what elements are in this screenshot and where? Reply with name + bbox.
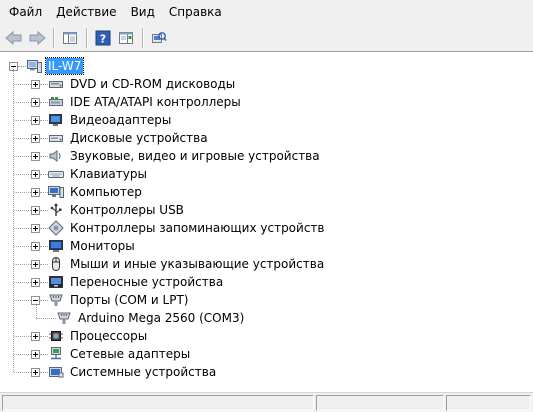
scan-hardware-button[interactable] (148, 27, 170, 49)
tree-item-label[interactable]: Видеоадаптеры (68, 112, 173, 128)
tree-item-sound-video-game-controllers[interactable]: Звуковые, видео и игровые устройства (0, 147, 533, 165)
expand-icon[interactable] (31, 368, 40, 377)
menu-action[interactable]: Действие (50, 0, 122, 25)
tree-item-mice-pointing-devices[interactable]: Мыши и иные указывающие устройства (0, 255, 533, 273)
tree-item-monitors[interactable]: Мониторы (0, 237, 533, 255)
display-adapter-icon (49, 114, 62, 126)
expand-icon[interactable] (31, 224, 40, 233)
system-device-icon (49, 367, 64, 378)
back-button[interactable] (3, 27, 25, 49)
expand-icon[interactable] (31, 206, 40, 215)
forward-icon (29, 30, 46, 46)
tree-item-portable-devices[interactable]: Переносные устройства (0, 273, 533, 291)
tree-item-label[interactable]: Дисковые устройства (68, 130, 210, 146)
computer-icon (48, 186, 64, 198)
toolbar-separator (142, 28, 144, 48)
keyboard-icon (48, 171, 64, 178)
tree-root-label[interactable]: IL-W7 (44, 57, 85, 75)
network-adapter-icon (51, 347, 61, 360)
storage-controller-icon (48, 220, 64, 236)
mouse-icon (52, 257, 60, 271)
expand-icon[interactable] (31, 170, 40, 179)
disk-drive-icon (49, 135, 63, 142)
tree-item-storage-controllers[interactable]: Контроллеры запоминающих устройств (0, 219, 533, 237)
device-manager-window: Файл Действие Вид Справка ? IL-W7 DVD и … (0, 0, 533, 412)
dvd-icon (49, 81, 63, 88)
tree-item-label[interactable]: Контроллеры запоминающих устройств (68, 220, 326, 236)
status-bar (0, 392, 533, 412)
menu-view[interactable]: Вид (125, 0, 161, 25)
tree-item-label[interactable]: Клавиатуры (68, 166, 149, 182)
expand-icon[interactable] (31, 332, 40, 341)
menu-file[interactable]: Файл (3, 0, 48, 25)
tree-item-label[interactable]: Контроллеры USB (68, 202, 186, 218)
tree-item-label[interactable]: Сетевые адаптеры (68, 346, 192, 362)
tree-item-display-adapters[interactable]: Видеоадаптеры (0, 111, 533, 129)
tree-item-processors[interactable]: Процессоры (0, 327, 533, 345)
tree-item-arduino-mega-2560-com3[interactable]: Arduino Mega 2560 (COM3) (0, 305, 533, 327)
tree-item-label[interactable]: Переносные устройства (68, 274, 225, 290)
tree-item-label[interactable]: IDE ATA/ATAPI контроллеры (68, 94, 243, 110)
port-icon (49, 294, 63, 306)
tree-item-label[interactable]: Мыши и иные указывающие устройства (68, 256, 326, 272)
collapse-icon[interactable] (31, 296, 40, 305)
tree-item-network-adapters[interactable]: Сетевые адаптеры (0, 345, 533, 363)
port-icon (57, 312, 71, 324)
tree-item-computer[interactable]: Компьютер (0, 183, 533, 201)
tree-item-label[interactable]: Arduino Mega 2560 (COM3) (76, 310, 246, 326)
expand-icon[interactable] (31, 152, 40, 161)
tree-item-label[interactable]: Процессоры (68, 328, 149, 344)
expand-icon[interactable] (31, 278, 40, 287)
processor-icon (49, 331, 63, 341)
tree-item-label[interactable]: Компьютер (68, 184, 144, 200)
expand-icon[interactable] (31, 188, 40, 197)
tree-item-label[interactable]: Порты (COM и LPT) (68, 292, 190, 308)
expand-icon[interactable] (31, 116, 40, 125)
tree-item-system-devices[interactable]: Системные устройства (0, 363, 533, 381)
show-hide-console-tree-button[interactable] (59, 27, 81, 49)
status-pane-right (446, 395, 531, 411)
expand-icon[interactable] (31, 260, 40, 269)
status-pane-main (2, 395, 314, 411)
help-button[interactable]: ? (92, 27, 114, 49)
tree-item-label[interactable]: DVD и CD-ROM дисководы (68, 76, 237, 92)
device-tree: IL-W7 DVD и CD-ROM дисководы IDE ATA/ATAP… (0, 52, 533, 392)
properties-icon (119, 32, 133, 44)
expand-icon[interactable] (31, 80, 40, 89)
toolbar: ? (0, 25, 533, 52)
tree-item-dvd-cd-rom-drives[interactable]: DVD и CD-ROM дисководы (0, 75, 533, 93)
expand-icon[interactable] (31, 350, 40, 359)
expand-icon[interactable] (31, 242, 40, 251)
back-icon (5, 30, 22, 46)
tree-item-usb-controllers[interactable]: Контроллеры USB (0, 201, 533, 219)
expand-icon[interactable] (31, 134, 40, 143)
svg-text:?: ? (100, 33, 106, 46)
menu-bar: Файл Действие Вид Справка (0, 0, 533, 25)
computer-icon (27, 60, 42, 73)
menu-help[interactable]: Справка (163, 0, 228, 25)
monitor-icon (49, 240, 63, 252)
sound-icon (49, 150, 61, 162)
usb-icon (50, 203, 62, 216)
show-hide-console-tree-icon (63, 32, 77, 44)
properties-button[interactable] (115, 27, 137, 49)
tree-item-disk-drives[interactable]: Дисковые устройства (0, 129, 533, 147)
tree-item-label[interactable]: Звуковые, видео и игровые устройства (68, 148, 322, 164)
forward-button[interactable] (26, 27, 48, 49)
status-pane-middle (316, 395, 444, 411)
portable-device-icon (49, 276, 63, 288)
expand-icon[interactable] (31, 98, 40, 107)
tree-item-label[interactable]: Системные устройства (68, 364, 218, 380)
tree-item-ide-ata-atapi-controllers[interactable]: IDE ATA/ATAPI контроллеры (0, 93, 533, 111)
tree-item-label[interactable]: Мониторы (68, 238, 137, 254)
tree-item-ports-com-lpt[interactable]: Порты (COM и LPT) (0, 291, 533, 309)
toolbar-separator (86, 28, 88, 48)
ide-controller-icon (49, 97, 63, 106)
toolbar-separator (53, 28, 55, 48)
tree-item-keyboards[interactable]: Клавиатуры (0, 165, 533, 183)
tree-root-row[interactable]: IL-W7 (0, 57, 533, 75)
scan-hardware-icon (152, 32, 167, 43)
help-icon: ? (95, 30, 111, 46)
